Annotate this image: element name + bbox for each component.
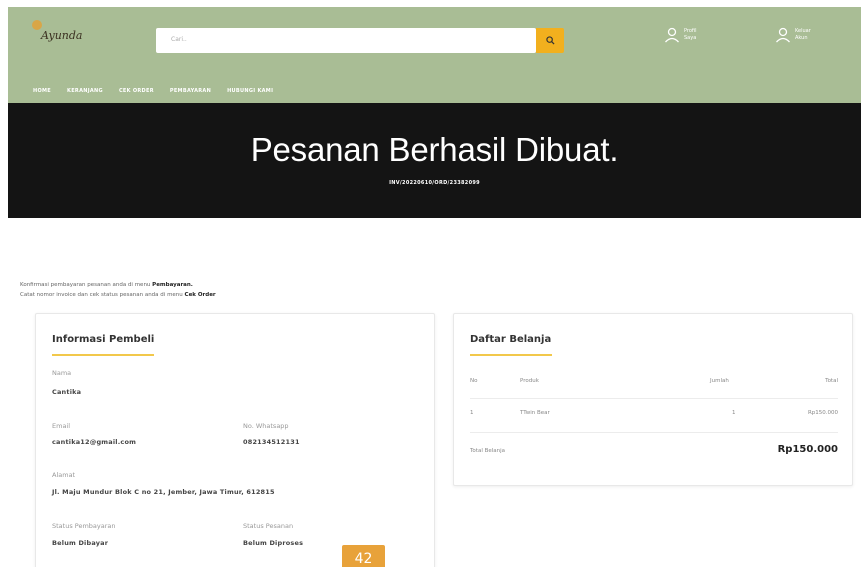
brand-logo-text: Ayunda <box>41 29 83 42</box>
user-icon <box>776 27 790 43</box>
title-underline <box>470 354 552 356</box>
total-label: Total Belanja <box>470 448 506 454</box>
confirmation-message: Konfirmasi pembayaran pesanan anda di me… <box>20 282 193 288</box>
header-total: Total <box>825 378 838 384</box>
message-text: Catat nomor invoice dan cek status pesan… <box>20 292 185 298</box>
profile-line1: Profil <box>684 28 697 34</box>
invoice-note: Catat nomor invoice dan cek status pesan… <box>20 292 216 298</box>
nav-home[interactable]: HOME <box>33 88 51 94</box>
nav-hubungi-kami[interactable]: HUBUNGI KAMI <box>227 88 273 94</box>
hero-banner: Pesanan Berhasil Dibuat. INV/20220610/OR… <box>8 103 861 218</box>
address-value: Jl. Maju Mundur Blok C no 21, Jember, Ja… <box>52 488 275 496</box>
cart-card-title: Daftar Belanja <box>470 334 552 345</box>
nav-pembayaran[interactable]: PEMBAYARAN <box>170 88 211 94</box>
main-nav: HOME KERANJANG CEK ORDER PEMBAYARAN HUBU… <box>33 88 273 94</box>
site-header: Ayunda Cari.. Profil Saya Keluar Akun HO… <box>8 7 861 103</box>
order-status-label: Status Pesanan <box>243 522 294 530</box>
row-no: 1 <box>470 410 474 416</box>
logout-button[interactable]: Keluar Akun <box>775 27 811 43</box>
page-number-badge: 42 <box>342 545 385 567</box>
header-qty: Jumlah <box>710 378 729 384</box>
profile-button[interactable]: Profil Saya <box>664 27 696 43</box>
buyer-card-title: Informasi Pembeli <box>52 334 155 345</box>
email-label: Email <box>52 422 71 430</box>
name-value: Cantika <box>52 388 82 396</box>
whatsapp-label: No. Whatsapp <box>243 422 289 430</box>
order-status-value: Belum Diproses <box>243 539 304 547</box>
table-divider <box>470 432 838 433</box>
header-product: Produk <box>520 378 539 384</box>
logout-line2: Akun <box>795 35 808 41</box>
total-value: Rp150.000 <box>777 444 838 455</box>
row-qty: 1 <box>732 410 736 416</box>
user-icon <box>665 27 679 43</box>
brand-logo[interactable]: Ayunda <box>32 20 83 42</box>
whatsapp-value: 082134512131 <box>243 438 300 446</box>
payment-status-value: Belum Dibayar <box>52 539 109 547</box>
header-no: No <box>470 378 478 384</box>
profile-line2: Saya <box>684 35 697 41</box>
invoice-number: INV/20220610/ORD/23382099 <box>389 180 480 186</box>
cek-order-link[interactable]: Cek Order <box>185 292 216 298</box>
page-title: Pesanan Berhasil Dibuat. <box>250 131 619 168</box>
pembayaran-link[interactable]: Pembayaran. <box>152 282 193 288</box>
buyer-info-card: Informasi Pembeli Nama Cantika Email can… <box>35 313 435 567</box>
email-value: cantika12@gmail.com <box>52 438 137 446</box>
nav-keranjang[interactable]: KERANJANG <box>67 88 103 94</box>
payment-status-label: Status Pembayaran <box>52 522 116 530</box>
flower-icon <box>32 20 42 30</box>
search-input[interactable]: Cari.. <box>156 28 536 53</box>
search-button[interactable] <box>536 28 564 53</box>
name-label: Nama <box>52 369 72 377</box>
table-divider <box>470 398 838 399</box>
cart-card: Daftar Belanja No Produk Jumlah Total 1 … <box>453 313 853 486</box>
title-underline <box>52 354 154 356</box>
row-total: Rp150.000 <box>807 410 838 416</box>
nav-cek-order[interactable]: CEK ORDER <box>119 88 154 94</box>
row-product: TTwin Bear <box>520 410 550 416</box>
address-label: Alamat <box>52 471 76 479</box>
logout-line1: Keluar <box>795 28 811 34</box>
message-text: Konfirmasi pembayaran pesanan anda di me… <box>20 282 153 288</box>
search-icon <box>545 36 555 45</box>
